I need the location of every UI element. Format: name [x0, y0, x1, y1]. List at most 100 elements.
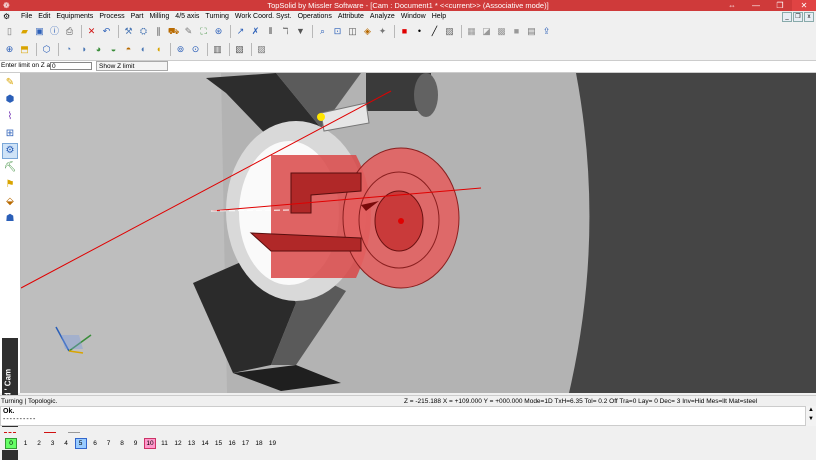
bars-icon[interactable]: ⦀	[264, 25, 277, 38]
sketch-icon[interactable]: ✎	[3, 76, 17, 90]
threading-icon[interactable]: ◓	[122, 43, 135, 56]
layer-button[interactable]: 12	[173, 439, 183, 448]
show-z-limit-button[interactable]: Show Z limit	[96, 61, 168, 71]
close-button[interactable]: ✕	[792, 0, 816, 11]
layer-button[interactable]: 4	[61, 439, 71, 448]
layer-button[interactable]: 8	[117, 439, 127, 448]
view-icon[interactable]: ◫	[346, 25, 359, 38]
menu-equipments[interactable]: Equipments	[56, 11, 93, 22]
new-document-icon[interactable]: ▯	[3, 25, 16, 38]
layer-button[interactable]: 6	[90, 439, 100, 448]
simulate-icon[interactable]: ⊛	[212, 25, 225, 38]
layer-button[interactable]: 2	[34, 439, 44, 448]
output-scrollbar[interactable]: ▲ ▼	[806, 406, 816, 426]
mdi-close-button[interactable]: x	[804, 12, 814, 22]
facing-icon[interactable]: ◑	[77, 43, 90, 56]
open-folder-icon[interactable]: ▰	[18, 25, 31, 38]
machining-icon[interactable]: ⛏	[3, 161, 17, 175]
undo-icon[interactable]: ↶	[100, 25, 113, 38]
layer-button[interactable]: 13	[187, 439, 197, 448]
pocket-icon[interactable]: ⬙	[3, 195, 17, 209]
grid-icon[interactable]: ▩	[495, 25, 508, 38]
delete-icon[interactable]: ✕	[85, 25, 98, 38]
layer-button[interactable]: 18	[254, 439, 264, 448]
menu-attribute[interactable]: Attribute	[338, 11, 364, 22]
menu-window[interactable]: Window	[401, 11, 426, 22]
machine-icon[interactable]: ⛟	[167, 25, 180, 38]
zoom-fit-icon[interactable]: ⊡	[331, 25, 344, 38]
grooving-icon[interactable]: ◕	[92, 43, 105, 56]
line-style-icon[interactable]: ╱	[428, 25, 441, 38]
assembly-icon[interactable]: ⊞	[3, 127, 17, 141]
process-icon[interactable]: ⚑	[3, 178, 17, 192]
light-icon[interactable]: ✦	[376, 25, 389, 38]
info-icon[interactable]: ⓘ	[48, 25, 61, 38]
shape-icon[interactable]: ⬢	[3, 93, 17, 107]
menu-analyze[interactable]: Analyze	[370, 11, 395, 22]
parting-icon[interactable]: ◖	[152, 43, 165, 56]
menu-help[interactable]: Help	[432, 11, 446, 22]
cross-icon[interactable]: ✗	[249, 25, 262, 38]
layer-button[interactable]: 15	[214, 439, 224, 448]
wizard-icon[interactable]: ☗	[3, 212, 17, 226]
color-red-icon[interactable]: ■	[398, 25, 411, 38]
menu-milling[interactable]: Milling	[149, 11, 169, 22]
layer-button[interactable]: 14	[200, 439, 210, 448]
mdi-minimize-button[interactable]: _	[782, 12, 792, 22]
menu-turning[interactable]: Turning	[205, 11, 228, 22]
menu-process[interactable]: Process	[99, 11, 124, 22]
export-icon[interactable]: ⇪	[540, 25, 553, 38]
layer-button[interactable]: 5	[74, 438, 87, 449]
layer-button[interactable]: 7	[104, 439, 114, 448]
render-icon[interactable]: ◈	[361, 25, 374, 38]
tool-icon[interactable]: ⚒	[122, 25, 135, 38]
part-icon[interactable]: ⬡	[40, 43, 53, 56]
layer-button[interactable]: 11	[160, 439, 170, 448]
curve-icon[interactable]: ℸ	[279, 25, 292, 38]
document-icon[interactable]: ▤	[525, 25, 538, 38]
z-limit-input[interactable]: 0	[50, 62, 92, 70]
hatch-icon[interactable]: ▨	[443, 25, 456, 38]
layer-icon[interactable]: ▦	[465, 25, 478, 38]
save-icon[interactable]: ▣	[33, 25, 46, 38]
menu-work-coord-syst[interactable]: Work Coord. Syst.	[235, 11, 292, 22]
minimize-button[interactable]: —	[744, 0, 768, 11]
layer-button[interactable]: 10	[144, 438, 156, 449]
print-icon[interactable]: ⎙	[63, 25, 76, 38]
nc-code-icon[interactable]: ▥	[211, 43, 224, 56]
mirror-icon[interactable]: ◪	[480, 25, 493, 38]
zoom-icon[interactable]: ⌕	[316, 25, 329, 38]
restore-size-button[interactable]: ⇔	[720, 0, 744, 11]
mdi-restore-button[interactable]: ❐	[793, 12, 803, 22]
3d-viewport[interactable]	[21, 73, 816, 393]
line-swatch-plain[interactable]	[68, 432, 80, 433]
parallel-icon[interactable]: ∥	[152, 25, 165, 38]
scene-graphic[interactable]	[21, 73, 816, 393]
menu-part[interactable]: Part	[131, 11, 144, 22]
menu-4-5-axis[interactable]: 4/5 axis	[175, 11, 199, 22]
report-icon[interactable]: ▧	[233, 43, 246, 56]
line-swatch-solid[interactable]	[44, 432, 56, 433]
point-style-icon[interactable]: •	[413, 25, 426, 38]
wrench-icon[interactable]: ✎	[182, 25, 195, 38]
layer-button[interactable]: 1	[21, 439, 31, 448]
layer-button[interactable]: 19	[268, 439, 278, 448]
layer-button[interactable]: 9	[131, 439, 141, 448]
stock-icon[interactable]: ⬒	[18, 43, 31, 56]
curve-tool-icon[interactable]: ⌇	[3, 110, 17, 124]
layer-button[interactable]: 16	[227, 439, 237, 448]
drilling-icon[interactable]: ◒	[107, 43, 120, 56]
block-icon[interactable]: ■	[510, 25, 523, 38]
arrow-icon[interactable]: ↗	[234, 25, 247, 38]
maximize-button[interactable]: ❐	[768, 0, 792, 11]
line-swatch-dashed[interactable]	[4, 432, 16, 434]
fixture-icon[interactable]: ⛶	[197, 25, 210, 38]
postprocess-icon[interactable]: ▨	[255, 43, 268, 56]
verify-icon[interactable]: ⊙	[189, 43, 202, 56]
simulation-icon[interactable]: ⊚	[174, 43, 187, 56]
filter-icon[interactable]: ▼	[294, 25, 307, 38]
menu-file[interactable]: File	[21, 11, 32, 22]
layer-button[interactable]: 0	[5, 438, 17, 449]
layer-button[interactable]: 3	[48, 439, 58, 448]
menu-edit[interactable]: Edit	[38, 11, 50, 22]
